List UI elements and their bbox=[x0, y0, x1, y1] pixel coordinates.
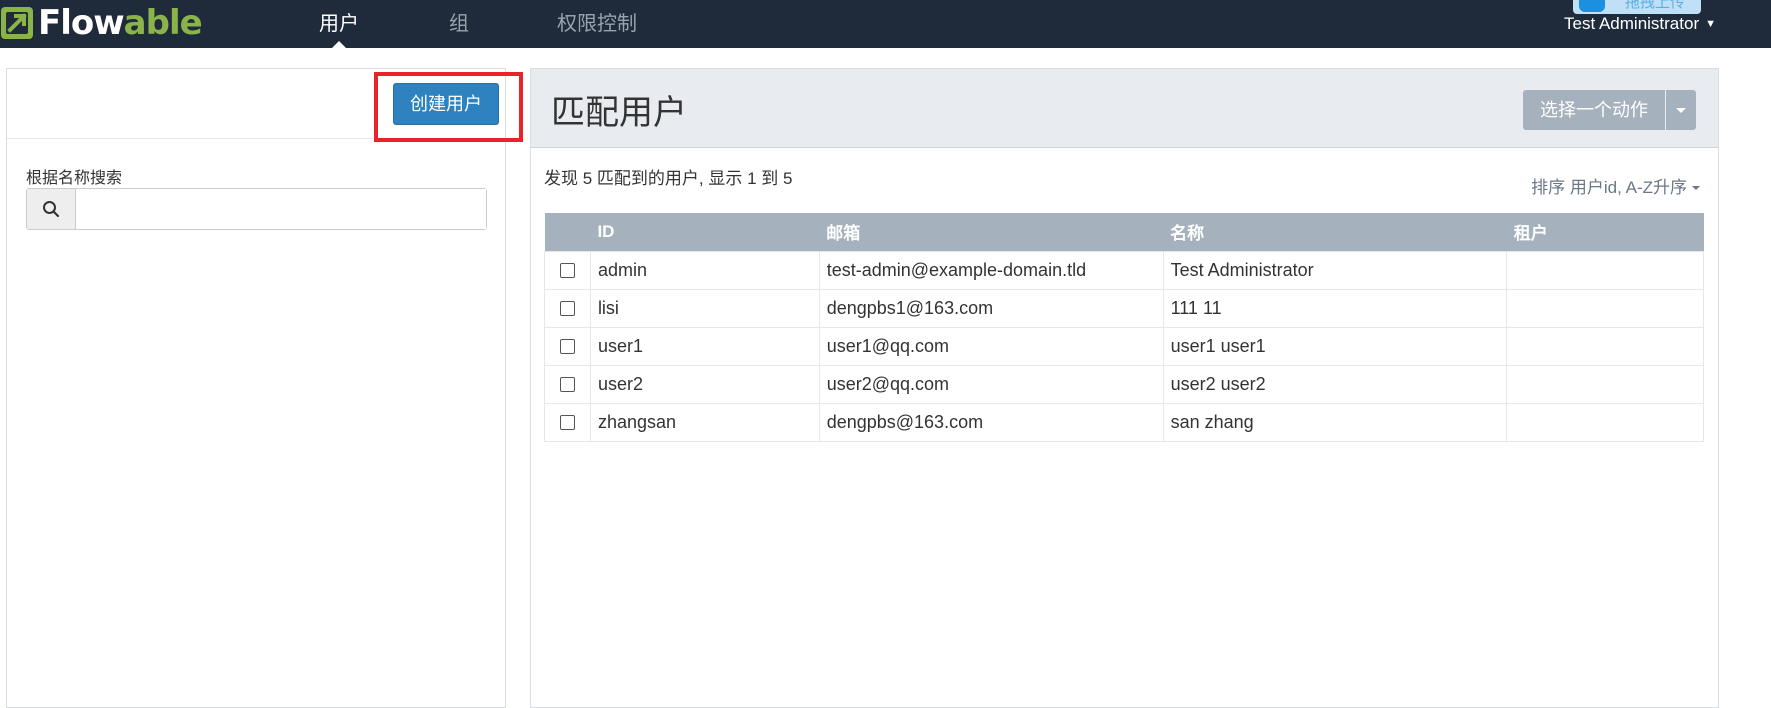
cell-email: user2@qq.com bbox=[818, 364, 1164, 404]
table-row[interactable]: lisi dengpbs1@163.com 111 11 bbox=[544, 288, 1704, 328]
logo-wordmark: Flowable bbox=[38, 3, 203, 43]
upload-chip-label: 拖拽上传 bbox=[1625, 0, 1686, 11]
top-navbar: Flowable 用户 组 权限控制 拖拽上传 Test Administrat… bbox=[0, 0, 1771, 48]
left-panel: 创建用户 根据名称搜索 bbox=[6, 68, 523, 708]
nav-tab-groups[interactable]: 组 bbox=[449, 0, 469, 48]
search-addon bbox=[27, 189, 76, 229]
cell-email: dengpbs@163.com bbox=[818, 402, 1164, 442]
cell-name: 111 11 bbox=[1162, 288, 1508, 328]
cell-name: Test Administrator bbox=[1162, 250, 1508, 290]
cell-name: user1 user1 bbox=[1162, 326, 1508, 366]
row-select-cell bbox=[544, 364, 591, 404]
sort-label: 排序 用户id, A-Z升序 bbox=[1531, 178, 1687, 197]
cell-tenant bbox=[1506, 364, 1704, 404]
table-row[interactable]: admin test-admin@example-domain.tld Test… bbox=[544, 250, 1704, 290]
cell-email: dengpbs1@163.com bbox=[818, 288, 1164, 328]
cell-name: user2 user2 bbox=[1162, 364, 1508, 404]
row-checkbox[interactable] bbox=[559, 377, 575, 393]
cell-tenant bbox=[1506, 288, 1704, 328]
row-select-cell bbox=[544, 326, 591, 366]
row-select-cell bbox=[544, 250, 591, 290]
logo-wordmark-able: able bbox=[123, 3, 203, 43]
nav-tab-permissions[interactable]: 权限控制 bbox=[557, 0, 637, 48]
column-header-id[interactable]: ID bbox=[590, 213, 820, 251]
table-row[interactable]: zhangsan dengpbs@163.com san zhang bbox=[544, 402, 1704, 442]
row-checkbox[interactable] bbox=[559, 301, 575, 317]
results-summary: 发现 5 匹配到的用户, 显示 1 到 5 bbox=[544, 169, 793, 188]
cell-id: zhangsan bbox=[589, 402, 820, 442]
column-header-select bbox=[544, 213, 591, 251]
user-menu-label: Test Administrator bbox=[1564, 14, 1700, 33]
action-button-group: 选择一个动作 bbox=[1523, 90, 1696, 130]
cell-email: test-admin@example-domain.tld bbox=[818, 250, 1164, 290]
row-checkbox[interactable] bbox=[559, 339, 575, 355]
nav-tab-users[interactable]: 用户 bbox=[319, 0, 359, 48]
user-menu[interactable]: Test Administrator ▼ bbox=[1564, 14, 1716, 34]
cell-name: san zhang bbox=[1162, 402, 1508, 442]
cell-id: lisi bbox=[589, 288, 820, 328]
action-dropdown-toggle[interactable] bbox=[1666, 90, 1696, 130]
table-row[interactable]: user2 user2@qq.com user2 user2 bbox=[544, 364, 1704, 404]
chevron-down-icon: ▼ bbox=[1705, 18, 1716, 30]
row-checkbox[interactable] bbox=[559, 263, 575, 279]
cell-tenant bbox=[1506, 326, 1704, 366]
cell-id: user2 bbox=[589, 364, 820, 404]
upload-chip[interactable]: 拖拽上传 bbox=[1573, 0, 1701, 14]
logo-wordmark-flow: Flow bbox=[38, 3, 125, 43]
column-header-email[interactable]: 邮箱 bbox=[819, 213, 1164, 251]
table-header-row: ID 邮箱 名称 租户 bbox=[544, 213, 1704, 251]
row-select-cell bbox=[544, 288, 591, 328]
table-row[interactable]: user1 user1@qq.com user1 user1 bbox=[544, 326, 1704, 366]
users-table: ID 邮箱 名称 租户 admin test-admin@example-dom… bbox=[544, 213, 1704, 442]
search-group bbox=[26, 188, 487, 230]
cell-id: user1 bbox=[589, 326, 820, 366]
row-select-cell bbox=[544, 402, 591, 442]
flowable-logo[interactable]: Flowable bbox=[0, 3, 203, 43]
flowable-logo-icon bbox=[1, 7, 33, 39]
caret-down-icon bbox=[1676, 107, 1686, 113]
highlight-annotation bbox=[374, 72, 523, 142]
search-icon bbox=[43, 201, 60, 218]
search-input[interactable] bbox=[76, 189, 486, 229]
column-header-tenant[interactable]: 租户 bbox=[1506, 213, 1704, 251]
sort-dropdown[interactable]: 排序 用户id, A-Z升序 bbox=[1531, 173, 1700, 198]
row-checkbox[interactable] bbox=[559, 415, 575, 431]
search-label: 根据名称搜索 bbox=[26, 170, 123, 187]
page-title: 匹配用户 bbox=[551, 94, 687, 132]
caret-down-icon bbox=[1692, 186, 1700, 190]
right-panel: 匹配用户 选择一个动作 发现 5 匹配到的用户, 显示 1 到 5 排序 用户i… bbox=[530, 68, 1719, 708]
column-header-name[interactable]: 名称 bbox=[1163, 213, 1507, 251]
cell-tenant bbox=[1506, 402, 1704, 442]
cell-id: admin bbox=[589, 250, 820, 290]
cell-tenant bbox=[1506, 250, 1704, 290]
cloud-icon bbox=[1579, 0, 1605, 12]
cell-email: user1@qq.com bbox=[818, 326, 1164, 366]
select-action-button[interactable]: 选择一个动作 bbox=[1523, 90, 1665, 130]
right-header: 匹配用户 选择一个动作 bbox=[531, 69, 1718, 148]
